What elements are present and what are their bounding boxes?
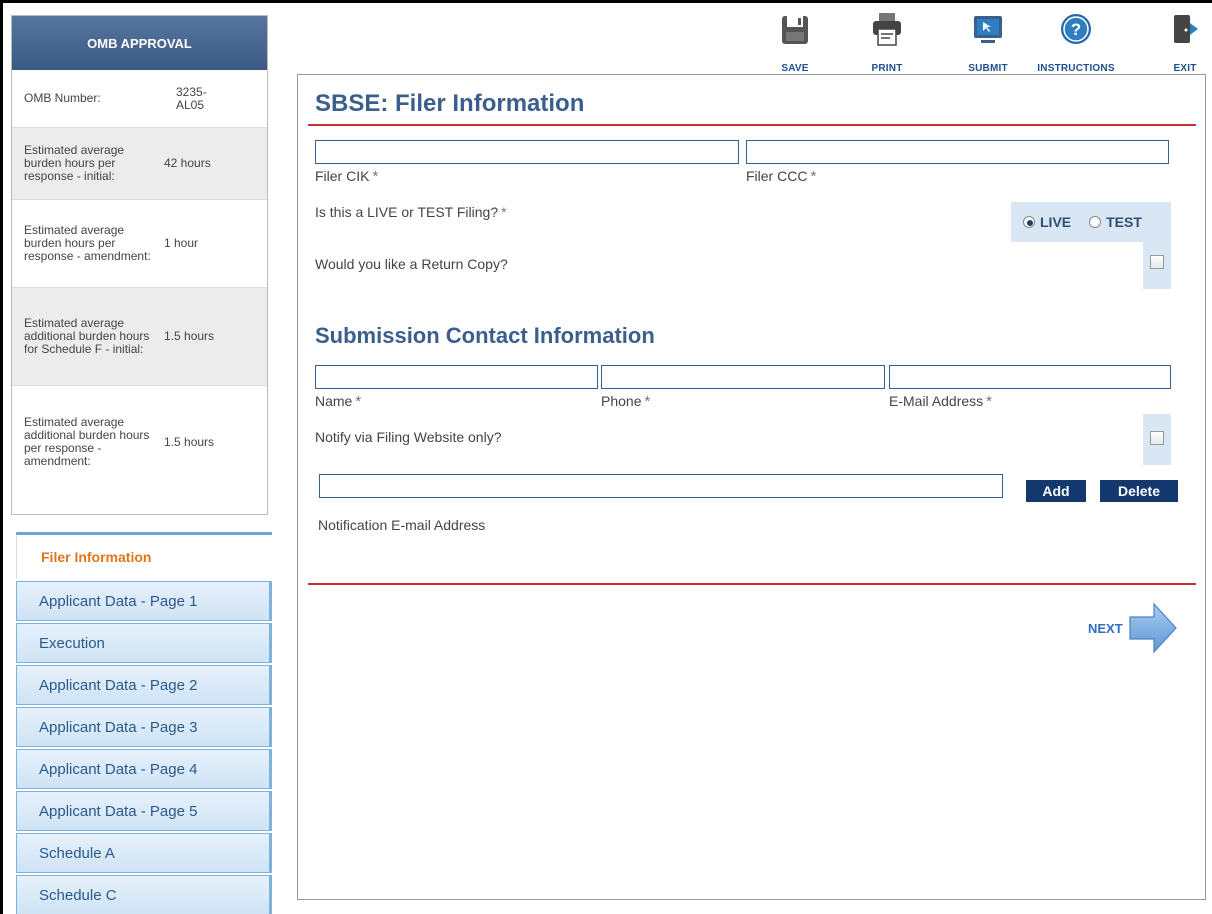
- omb-row-value: 3235-AL05: [176, 84, 207, 112]
- live-test-question: Is this a LIVE or TEST Filing? *: [315, 204, 507, 220]
- test-radio-label: TEST: [1106, 214, 1142, 230]
- instructions-button[interactable]: ? INSTRUCTIONS: [1031, 12, 1121, 74]
- contact-phone-label: Phone *: [601, 393, 650, 410]
- filer-ccc-label: Filer CCC *: [746, 168, 816, 185]
- required-asterisk: *: [810, 168, 817, 185]
- nav-item-applicant-data-page-1[interactable]: Applicant Data - Page 1: [16, 581, 272, 621]
- next-arrow-icon: [1129, 602, 1177, 654]
- required-asterisk: *: [986, 393, 992, 410]
- test-radio-option[interactable]: TEST: [1089, 214, 1142, 230]
- nav-item-applicant-data-page-2[interactable]: Applicant Data - Page 2: [16, 665, 272, 705]
- omb-row-value: 1.5 hours: [164, 434, 215, 449]
- nav-item-filer-information[interactable]: Filer Information: [16, 535, 272, 579]
- omb-row-value: 42 hours: [164, 156, 211, 170]
- nav-item-applicant-data-page-3[interactable]: Applicant Data - Page 3: [16, 707, 272, 747]
- form-bottom-divider: [308, 583, 1196, 585]
- nav-item-applicant-data-page-4[interactable]: Applicant Data - Page 4: [16, 749, 272, 789]
- contact-name-label-text: Name: [315, 393, 353, 409]
- svg-text:?: ?: [1071, 20, 1081, 39]
- title-divider: [308, 124, 1196, 126]
- section-nav: Filer Information Applicant Data - Page …: [16, 532, 272, 914]
- test-radio[interactable]: [1089, 216, 1102, 228]
- exit-button[interactable]: EXIT: [1165, 12, 1205, 74]
- nav-item-applicant-data-page-5[interactable]: Applicant Data - Page 5: [16, 791, 272, 831]
- return-copy-question: Would you like a Return Copy?: [315, 256, 508, 272]
- print-button[interactable]: PRINT: [862, 12, 912, 74]
- contact-phone-label-text: Phone: [601, 393, 642, 409]
- save-label: SAVE: [781, 63, 809, 74]
- required-asterisk: *: [501, 204, 507, 220]
- frame-top-border: [0, 0, 1212, 3]
- notify-checkbox-box: [1143, 414, 1171, 465]
- omb-row-label: Estimated average additional burden hour…: [24, 415, 150, 468]
- live-test-question-text: Is this a LIVE or TEST Filing?: [315, 204, 499, 220]
- omb-approval-title: OMB APPROVAL: [12, 16, 267, 70]
- contact-phone-input[interactable]: [601, 365, 885, 389]
- contact-email-label-text: E-Mail Address: [889, 393, 984, 409]
- omb-row-additional-amendment: Estimated average additional burden hour…: [12, 386, 267, 498]
- live-radio-label: LIVE: [1040, 214, 1072, 230]
- contact-section-heading: Submission Contact Information: [315, 323, 655, 348]
- instructions-label: INSTRUCTIONS: [1037, 63, 1115, 74]
- omb-row-label: OMB Number:: [24, 91, 101, 105]
- next-label: NEXT: [1088, 621, 1123, 636]
- omb-approval-panel: OMB APPROVAL OMB Number: 3235-AL05 Estim…: [11, 15, 268, 515]
- omb-row-schedule-f: Estimated average additional burden hour…: [12, 288, 267, 386]
- submit-label: SUBMIT: [968, 63, 1008, 74]
- help-question-icon: ?: [1061, 14, 1091, 44]
- page-title: SBSE: Filer Information: [315, 90, 585, 117]
- exit-label: EXIT: [1173, 63, 1197, 74]
- filer-ccc-input[interactable]: [746, 140, 1169, 164]
- filer-ccc-label-text: Filer CCC: [746, 168, 808, 184]
- omb-row-number: OMB Number: 3235-AL05: [12, 70, 267, 128]
- filer-cik-label-text: Filer CIK: [315, 168, 370, 184]
- omb-row-label: Estimated average burden hours per respo…: [24, 223, 151, 263]
- live-radio-option[interactable]: LIVE: [1023, 214, 1071, 230]
- omb-row-burden-amendment: Estimated average burden hours per respo…: [12, 200, 267, 288]
- printer-icon: [873, 13, 901, 46]
- save-button[interactable]: SAVE: [775, 12, 815, 74]
- delete-email-button[interactable]: Delete: [1100, 480, 1178, 502]
- notify-question: Notify via Filing Website only?: [315, 429, 502, 445]
- main-content: SBSE: Filer Information Filer CIK * Filer…: [297, 74, 1206, 900]
- return-copy-checkbox-box: [1143, 242, 1171, 289]
- notification-email-label: Notification E-mail Address: [318, 517, 486, 533]
- nav-item-execution[interactable]: Execution: [16, 623, 272, 663]
- contact-name-input[interactable]: [315, 365, 598, 389]
- omb-row-label: Estimated average burden hours per respo…: [24, 143, 125, 183]
- omb-row-burden-initial: Estimated average burden hours per respo…: [12, 128, 267, 200]
- required-asterisk: *: [644, 393, 651, 410]
- omb-row-label: Estimated average additional burden hour…: [24, 316, 150, 356]
- contact-email-label: E-Mail Address *: [889, 393, 992, 410]
- print-label: PRINT: [871, 63, 903, 74]
- filer-cik-input[interactable]: [315, 140, 739, 164]
- omb-row-value: 1.5 hours: [164, 329, 215, 343]
- submit-button[interactable]: SUBMIT: [963, 12, 1013, 74]
- exit-door-icon: [1174, 15, 1198, 43]
- next-button[interactable]: NEXT: [1088, 601, 1183, 655]
- contact-name-label: Name *: [315, 393, 361, 410]
- contact-email-input[interactable]: [889, 365, 1171, 389]
- notify-checkbox[interactable]: [1150, 431, 1164, 445]
- nav-item-schedule-a[interactable]: Schedule A: [16, 833, 272, 873]
- nav-item-schedule-c[interactable]: Schedule C: [16, 875, 272, 914]
- toolbar: SAVE PRINT SUBMIT ? INSTRUCTIONS EXIT: [775, 12, 1212, 76]
- notification-email-input[interactable]: [319, 474, 1003, 498]
- live-radio[interactable]: [1023, 216, 1035, 228]
- floppy-disk-icon: [782, 16, 808, 44]
- return-copy-checkbox[interactable]: [1150, 255, 1164, 269]
- omb-row-value: 1 hour: [164, 236, 199, 250]
- add-email-button[interactable]: Add: [1026, 480, 1086, 502]
- required-asterisk: *: [355, 393, 362, 410]
- live-test-radio-group: LIVE TEST: [1011, 202, 1171, 242]
- filer-cik-label: Filer CIK *: [315, 168, 378, 185]
- frame-left-border: [0, 0, 3, 914]
- required-asterisk: *: [372, 168, 379, 185]
- monitor-cursor-icon: [974, 16, 1002, 43]
